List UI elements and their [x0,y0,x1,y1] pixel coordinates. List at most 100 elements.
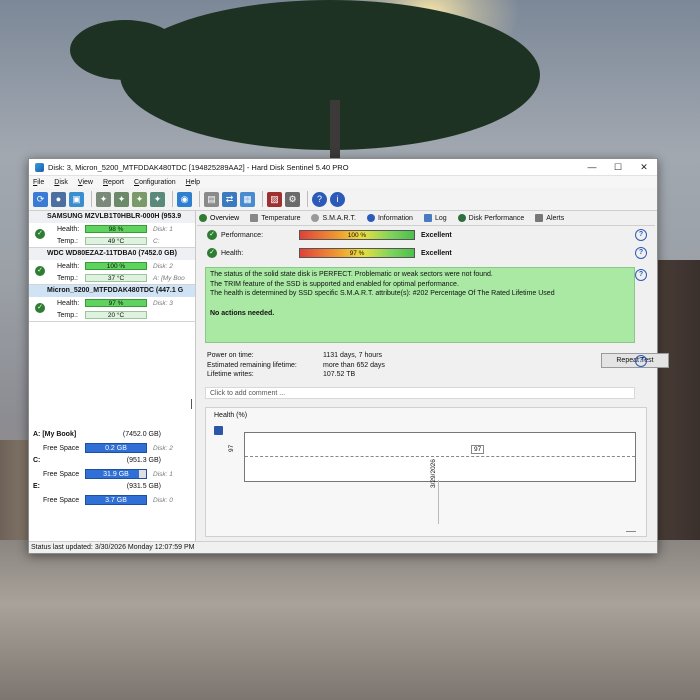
menu-help[interactable]: Help [186,179,200,186]
writes-value: 107.52 TB [323,371,356,378]
help-icon[interactable]: ? [635,269,647,281]
disk-item[interactable]: SAMSUNG MZVLB1T0HBLR-000H (953.9 ✓ Healt… [29,211,195,248]
disk-list-panel: SAMSUNG MZVLB1T0HBLR-000H (953.9 ✓ Healt… [29,211,196,541]
volume-item[interactable]: E: (931.5 GB) Free Space 3.7 GB Disk: 0 [29,481,195,507]
help-icon[interactable]: ? [312,191,327,207]
volume-letter: A: [My Book] [33,431,77,438]
status-line: The health is determined by SSD specific… [210,290,555,297]
info-row: Power on time: 1131 days, 7 hours [207,351,385,361]
refresh-icon[interactable]: ⟳ [33,191,48,207]
tab-information[interactable]: Information [365,214,413,222]
performance-rating: Excellent [421,231,452,239]
tab-label: Temperature [261,214,301,222]
globe-icon[interactable]: ◉ [177,191,192,207]
free-space-bar: 31.9 GB [85,469,147,479]
menu-configuration[interactable]: Configuration [134,179,176,186]
toolbar-separator [262,191,263,207]
menu-view[interactable]: View [78,179,93,186]
tab-label: Log [434,214,447,222]
short-test-icon[interactable]: ✦ [132,191,147,207]
free-space-bar: 3.7 GB [85,495,147,505]
disk-name: Micron_5200_MTFDDAK480TDC (447.1 G [29,285,195,297]
health-bar: 100 % [85,262,147,270]
menu-bar: File Disk View Report Configuration Help [29,176,657,188]
volume-size: (931.5 GB) [126,483,161,490]
disk-number: Disk: 3 [153,299,173,307]
volume-free-row: Free Space 31.9 GB Disk: 1 [29,467,195,481]
health-bar: 97 % [85,299,147,307]
volume-list: A: [My Book] (7452.0 GB) Free Space 0.2 … [29,429,195,507]
volume-size: (7452.0 GB) [122,431,161,438]
app-icon [35,162,44,172]
disk-volume: A: [My Boo [153,274,185,282]
menu-file[interactable]: File [33,179,44,186]
settings-icon[interactable]: ▨ [267,191,282,207]
help-icon[interactable]: ? [635,355,647,367]
thermometer-icon [250,214,259,222]
health-chart: Health (%) 97 97 3/29/2026 [205,407,647,537]
volume-disk: Disk: 1 [153,470,173,478]
test-disk-icon[interactable]: ✦ [96,191,111,207]
network-icon[interactable]: ▦ [240,191,255,207]
x-tick-label: 3/29/2026 [430,459,437,488]
tab-disk-performance[interactable]: Disk Performance [456,214,524,222]
volume-free-row: Free Space 3.7 GB Disk: 0 [29,493,195,507]
info-icon[interactable]: i [330,191,345,207]
extended-test-icon[interactable]: ✦ [150,191,165,207]
volume-item[interactable]: A: [My Book] (7452.0 GB) Free Space 0.2 … [29,429,195,455]
y-tick-label: 97 [228,444,235,452]
disk-temp-row: Temp.: 20 °C [29,309,195,321]
performance-row: ✓ Performance: 100 % Excellent ? [197,226,655,244]
check-icon: ✓ [207,248,217,258]
health-bar: 98 % [85,225,147,233]
tab-label: Information [377,214,413,222]
disk-icon[interactable]: ● [51,191,66,207]
status-line: The status of the solid state disk is PE… [210,271,493,278]
volume-size: (951.3 GB) [126,457,161,464]
gear-icon[interactable]: ⚙ [285,191,300,207]
check-icon: ✓ [207,230,217,240]
panel-splitter[interactable] [191,399,192,409]
disk-temp-row: Temp.: 49 °C C: [29,235,195,247]
backup-icon[interactable]: ⇄ [222,191,237,207]
menu-report[interactable]: Report [103,179,124,186]
surface-test-icon[interactable]: ✦ [114,191,129,207]
minimize-button[interactable]: — [579,162,605,172]
help-icon[interactable]: ? [635,247,647,259]
info-row: Estimated remaining lifetime: more than 6… [207,361,385,371]
close-button[interactable]: ✕ [631,162,657,173]
check-icon: ✓ [35,266,45,276]
save-icon[interactable] [214,426,223,435]
comment-input[interactable]: Click to add comment ... [205,387,635,399]
status-bar: Status last updated: 3/30/2026 Monday 12… [29,541,657,553]
tab-log[interactable]: Log [422,214,447,222]
menu-disk[interactable]: Disk [54,179,68,186]
report-icon[interactable]: ▤ [204,191,219,207]
remaining-label: Estimated remaining lifetime: [207,361,297,369]
performance-bar: 100 % [299,230,415,240]
tab-smart[interactable]: S.M.A.R.T. [309,214,356,222]
check-icon [199,214,207,222]
toolbar-separator [307,191,308,207]
disk-number: Disk: 1 [153,225,173,233]
title-bar[interactable]: Disk: 3, Micron_5200_MTFDDAK480TDC [1948… [29,159,657,176]
tab-overview[interactable]: Overview [197,214,239,222]
help-icon[interactable]: ? [635,229,647,241]
disk-health-row: Health: 100 % Disk: 2 [29,260,195,272]
image-icon[interactable]: ▣ [69,191,84,207]
volume-item[interactable]: C: (951.3 GB) Free Space 31.9 GB Disk: 1 [29,455,195,481]
performance-icon [457,214,466,222]
disk-item[interactable]: WDC WD80EZAZ-11TDBA0 (7452.0 GB) ✓ Healt… [29,248,195,285]
maximize-button[interactable]: ☐ [605,162,631,173]
health-series-line [245,456,635,457]
volume-letter: E: [33,483,40,490]
temp-value: 49 °C [85,237,147,245]
temp-value: 37 °C [85,274,147,282]
tab-alerts[interactable]: Alerts [533,214,564,222]
disk-item-selected[interactable]: Micron_5200_MTFDDAK480TDC (447.1 G ✓ Hea… [29,285,195,322]
tab-label: S.M.A.R.T. [322,214,356,222]
performance-label: Performance: [221,231,264,239]
tab-temperature[interactable]: Temperature [248,214,300,222]
toolbar-separator [91,191,92,207]
remaining-value: more than 652 days [323,361,385,369]
